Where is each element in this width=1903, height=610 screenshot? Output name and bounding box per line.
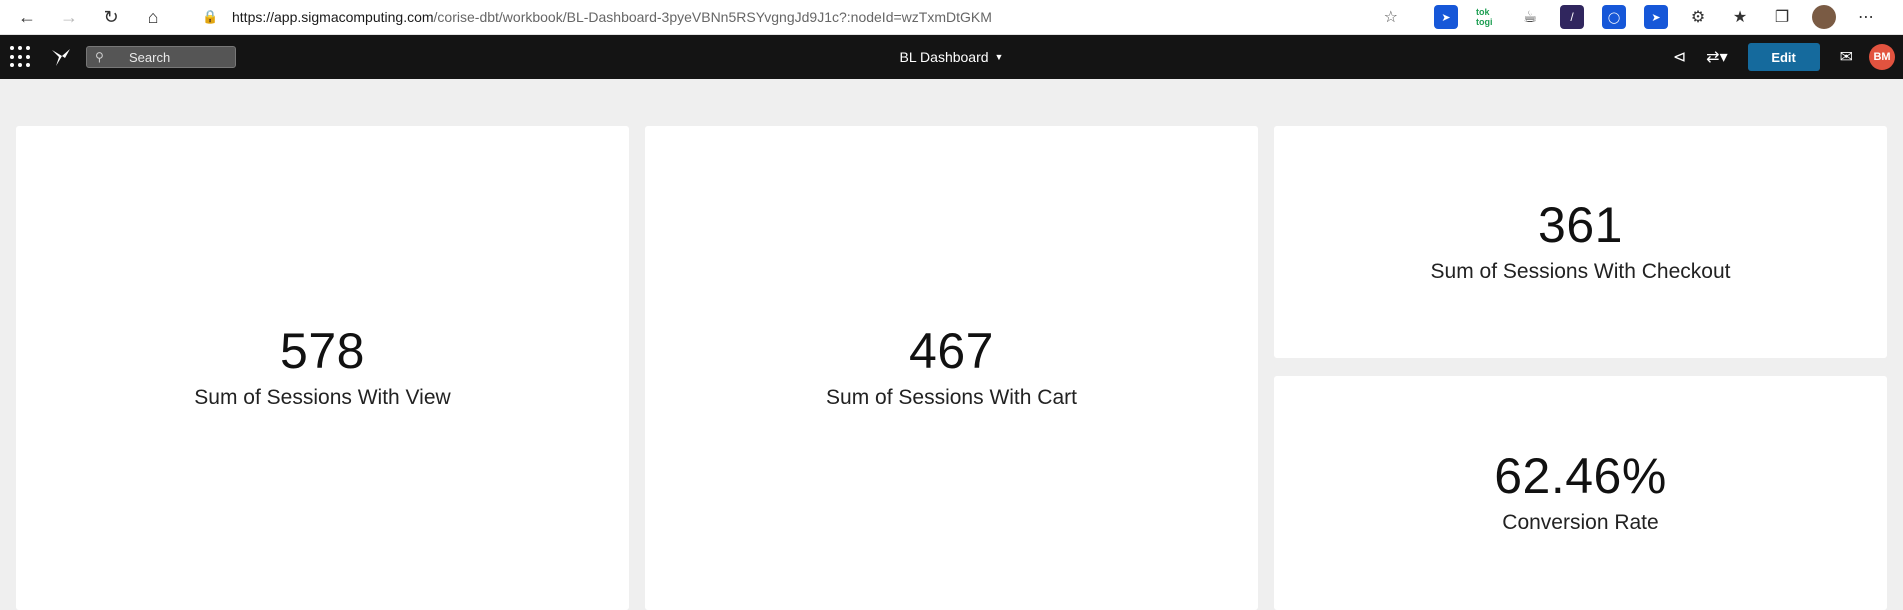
kpi-tile-conversion-rate[interactable]: 62.46% Conversion Rate: [1274, 376, 1887, 610]
search-icon: ⚲: [95, 50, 104, 64]
kpi-label: Sum of Sessions With Checkout: [1430, 260, 1731, 283]
workbook-title-dropdown[interactable]: BL Dashboard ▼: [900, 35, 1004, 79]
favorites-icon[interactable]: ★: [1728, 5, 1752, 29]
extensions-puzzle-icon[interactable]: ⚙: [1686, 5, 1710, 29]
kpi-tile-sessions-with-checkout[interactable]: 361 Sum of Sessions With Checkout: [1274, 126, 1887, 358]
kpi-label: Sum of Sessions With View: [194, 386, 451, 409]
kpi-label: Sum of Sessions With Cart: [826, 386, 1077, 409]
url-path: /corise-dbt/workbook/BL-Dashboard-3pyeVB…: [433, 9, 992, 25]
profile-avatar[interactable]: [1812, 5, 1836, 29]
kpi-value: 467: [909, 323, 994, 379]
workbook-title: BL Dashboard: [899, 49, 989, 65]
app-header: ⚲ Search BL Dashboard ▼ ⊲ ⇄▾ Edit ✉ BM: [0, 35, 1903, 79]
url-host: https://app.sigmacomputing.com: [232, 9, 434, 25]
arrow-extension-icon[interactable]: ➤: [1644, 5, 1668, 29]
collections-icon[interactable]: ❐: [1770, 5, 1794, 29]
chevron-down-icon: ▼: [994, 52, 1004, 62]
kpi-tile-sessions-with-view[interactable]: 578 Sum of Sessions With View: [16, 126, 629, 610]
avatar[interactable]: BM: [1869, 44, 1895, 70]
comments-icon[interactable]: ✉: [1840, 47, 1853, 67]
sigma-logo-icon[interactable]: [50, 46, 72, 68]
kpi-tile-sessions-with-cart[interactable]: 467 Sum of Sessions With Cart: [645, 126, 1258, 610]
app-launcher-icon[interactable]: [10, 46, 32, 68]
power-automate-extension-icon[interactable]: ➤: [1434, 5, 1458, 29]
browser-toolbar: ← → ↻ ⌂ 🔒 https://app.sigmacomputing.com…: [0, 0, 1903, 35]
search-input[interactable]: ⚲ Search: [86, 46, 236, 68]
kpi-label: Conversion Rate: [1502, 511, 1659, 534]
edit-button[interactable]: Edit: [1747, 43, 1820, 71]
lock-icon: 🔒: [202, 9, 219, 24]
toktogi-extension-icon[interactable]: tok togi: [1476, 5, 1500, 29]
dashboard-canvas: 578 Sum of Sessions With View 467 Sum of…: [0, 79, 1903, 610]
reload-icon[interactable]: ↻: [96, 2, 126, 32]
home-icon[interactable]: ⌂: [138, 2, 168, 32]
kpi-value: 578: [280, 323, 365, 379]
refresh-menu-icon[interactable]: ⇄▾: [1706, 47, 1727, 67]
slash-extension-icon[interactable]: /: [1560, 5, 1584, 29]
extensions-area: ➤ tok togi ☕ / ◯ ➤ ⚙ ★ ❐ ⋯: [1425, 0, 1887, 34]
address-bar[interactable]: 🔒 https://app.sigmacomputing.com/corise-…: [190, 3, 1408, 31]
back-icon[interactable]: ←: [12, 2, 42, 32]
header-tools: ⊲ ⇄▾ Edit ✉ BM: [1663, 35, 1895, 79]
kpi-value: 62.46%: [1494, 448, 1667, 504]
coffee-extension-icon[interactable]: ☕: [1518, 5, 1542, 29]
search-placeholder: Search: [129, 49, 171, 65]
kpi-value: 361: [1538, 197, 1623, 253]
share-icon[interactable]: ⊲: [1673, 47, 1686, 67]
circle-extension-icon[interactable]: ◯: [1602, 5, 1626, 29]
more-options-icon[interactable]: ⋯: [1854, 5, 1878, 29]
forward-icon[interactable]: →: [54, 2, 84, 32]
favorite-add-icon[interactable]: ☆: [1384, 7, 1398, 27]
